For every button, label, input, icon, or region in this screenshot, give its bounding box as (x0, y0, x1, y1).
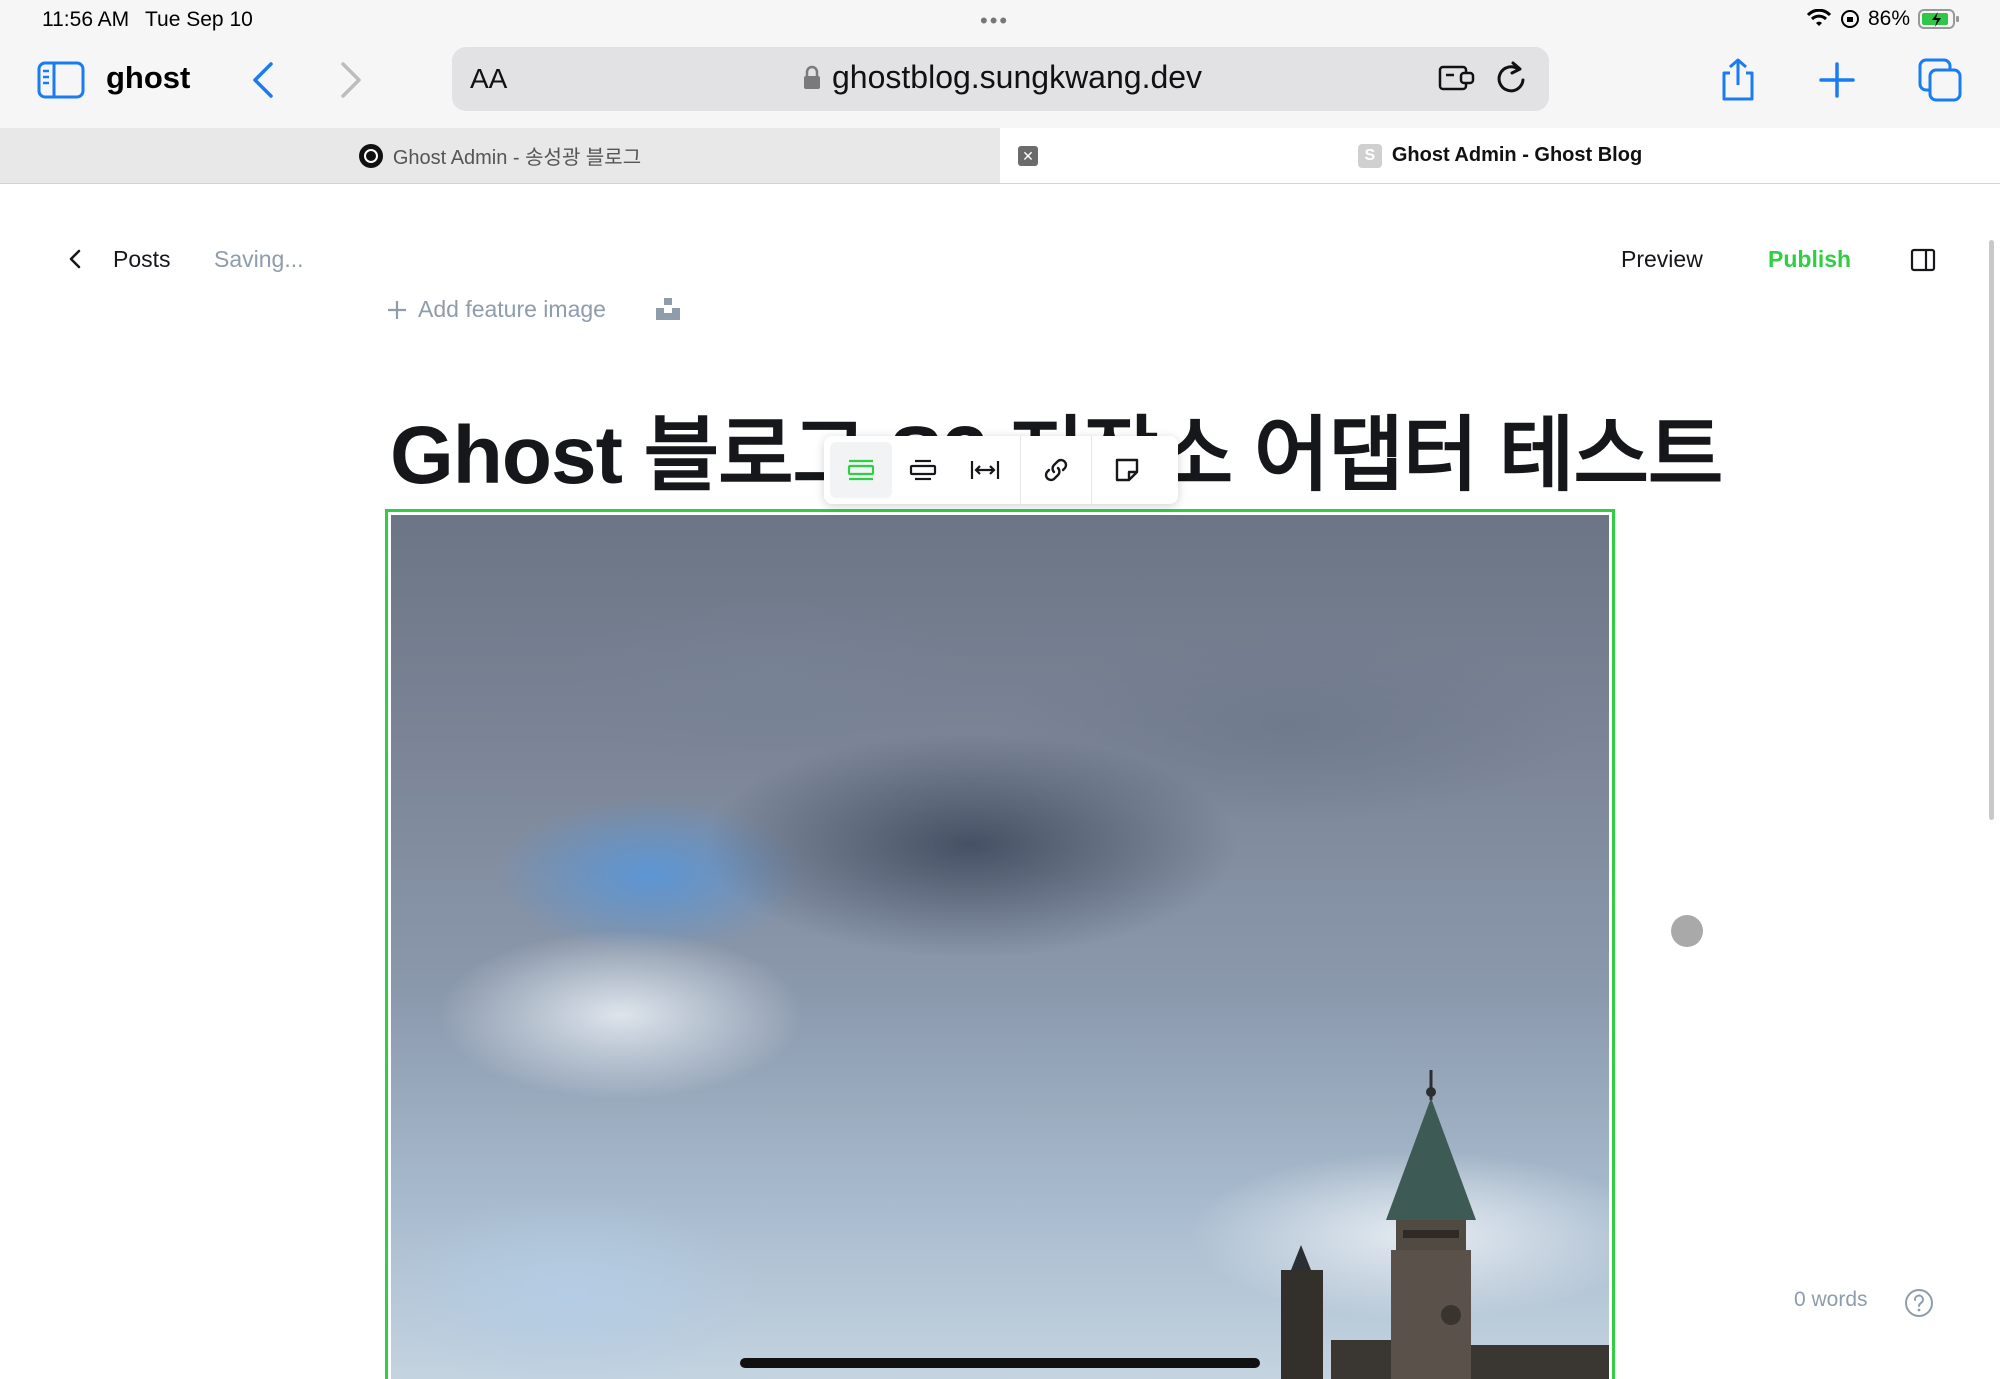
status-date: Tue Sep 10 (145, 8, 253, 31)
new-tab-icon[interactable] (1815, 58, 1859, 102)
image-card[interactable] (385, 509, 1615, 1379)
unsplash-icon[interactable] (656, 298, 680, 320)
link-icon (1044, 458, 1068, 482)
status-time: 11:56 AM (42, 8, 130, 31)
back-icon[interactable] (240, 58, 284, 102)
sidebar-toggle-icon[interactable] (36, 58, 86, 102)
settings-panel-icon[interactable] (1910, 248, 1936, 272)
address-bar[interactable]: AA ghostblog.sungkwang.dev (452, 47, 1549, 111)
tab-bar: Ghost Admin - 송성광 블로그 S Ghost Admin - Gh… (0, 128, 2000, 184)
full-width-button[interactable] (954, 442, 1016, 498)
home-indicator[interactable] (740, 1358, 1260, 1368)
tab-ghost-admin-blog[interactable]: S Ghost Admin - Ghost Blog (1000, 128, 2000, 183)
link-button[interactable] (1025, 442, 1087, 498)
tab-overview-icon[interactable] (1916, 56, 1964, 104)
status-right: 86% (1806, 7, 1960, 31)
card-drag-handle[interactable] (1671, 915, 1703, 947)
orientation-lock-icon (1840, 10, 1859, 28)
toolbar-divider (1020, 436, 1021, 504)
wifi-icon (1806, 9, 1832, 26)
plus-icon (388, 300, 406, 319)
share-icon[interactable] (1716, 56, 1760, 104)
snippet-icon (1115, 458, 1139, 482)
status-bar: 11:56 AM Tue Sep 10 ••• 86% (0, 0, 2000, 40)
word-count: 0 words (1794, 1288, 1868, 1311)
help-icon[interactable] (1904, 1288, 1934, 1318)
battery-charging-icon (1918, 9, 1959, 29)
tab-ghost-admin-korean[interactable]: Ghost Admin - 송성광 블로그 (0, 128, 1000, 183)
castle-tower-silhouette (1281, 1070, 1609, 1379)
posts-link[interactable]: Posts (113, 246, 171, 273)
add-feature-image-label: Add feature image (418, 296, 606, 322)
forward-icon[interactable] (330, 58, 374, 102)
wide-width-button[interactable] (892, 442, 954, 498)
tab-label: Ghost Admin - 송성광 블로그 (392, 147, 642, 169)
multitasking-dots-icon[interactable]: ••• (980, 8, 1009, 34)
reload-icon[interactable] (1493, 59, 1529, 97)
battery-percent: 86% (1867, 7, 1910, 30)
close-tab-icon[interactable]: ✕ (1018, 146, 1038, 166)
preview-button[interactable]: Preview (1621, 246, 1703, 273)
save-status: Saving... (214, 246, 304, 272)
scrollbar-thumb[interactable] (1989, 240, 1994, 820)
add-feature-image-button[interactable]: Add feature image (386, 296, 606, 323)
tab-group-name[interactable]: ghost (106, 60, 190, 96)
toolbar-divider (1091, 436, 1092, 504)
wide-width-icon (909, 459, 937, 481)
tab-label: Ghost Admin - Ghost Blog (1391, 144, 1643, 166)
regular-width-button[interactable] (830, 442, 892, 498)
url-text[interactable]: ghostblog.sungkwang.dev (832, 59, 1202, 96)
full-width-icon (970, 461, 1000, 479)
chevron-left-icon[interactable] (68, 248, 82, 270)
post-image (391, 515, 1609, 1379)
regular-width-icon (847, 459, 875, 481)
text-size-button[interactable]: AA (470, 63, 507, 95)
snippet-button[interactable] (1096, 442, 1158, 498)
publish-button[interactable]: Publish (1768, 246, 1851, 273)
browser-toolbar: ghost AA ghostblog.sungkwang.dev (0, 40, 2000, 128)
lock-icon (804, 65, 820, 89)
ghost-favicon-icon (358, 143, 383, 168)
image-card-toolbar (824, 436, 1178, 504)
site-favicon-icon: S (1357, 143, 1382, 168)
extension-icon[interactable] (1437, 61, 1477, 95)
